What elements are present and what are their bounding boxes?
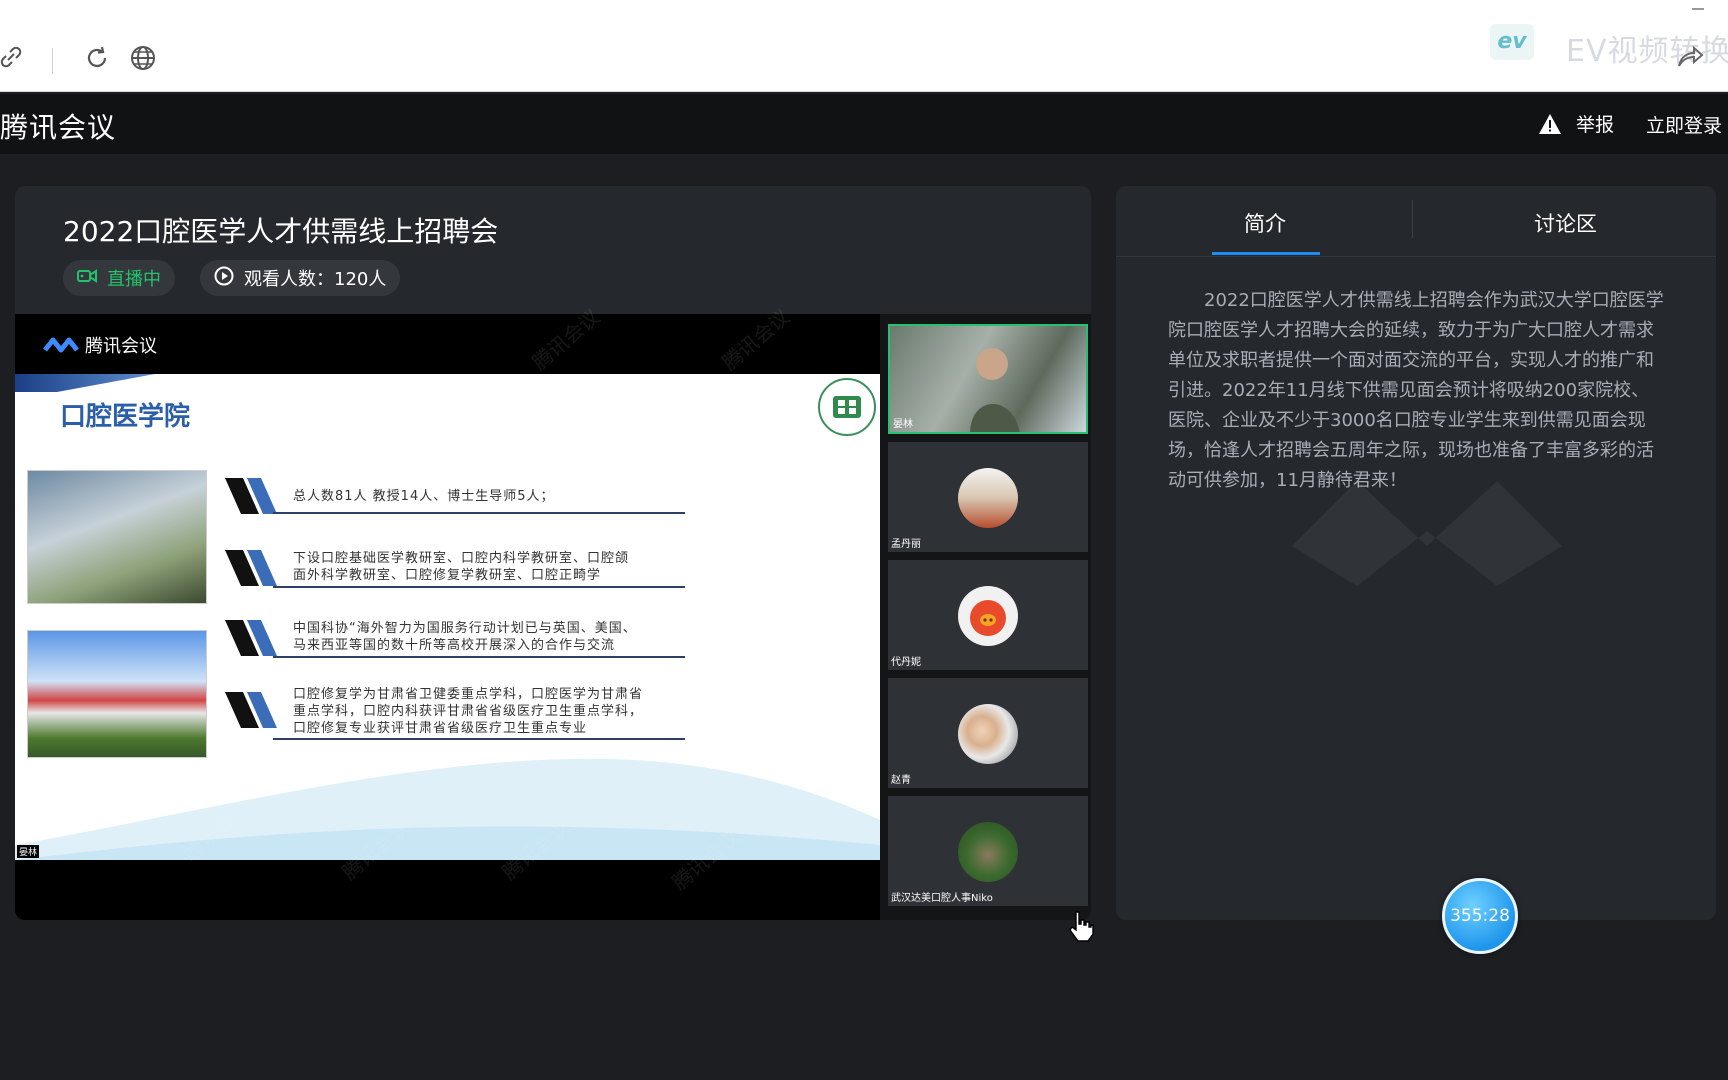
- participant-name: 晏林: [893, 419, 913, 430]
- pig-avatar-icon: [970, 600, 1006, 636]
- participant-name: 孟丹丽: [891, 539, 921, 550]
- speaker-video: [970, 348, 1020, 432]
- tab-bar-divider: [1116, 256, 1716, 257]
- link-icon[interactable]: [0, 44, 26, 74]
- tab-active-indicator: [1212, 252, 1320, 255]
- app-title: 腾讯会议: [0, 111, 117, 144]
- presentation-slide: 口腔医学院 总人数81人 教授14人、博士生导师5人； 下设口腔基础医学教研室、…: [15, 374, 880, 860]
- globe-icon[interactable]: [128, 44, 158, 74]
- bullet-marks-icon: [225, 478, 277, 514]
- tab-intro[interactable]: 简介: [1244, 208, 1286, 238]
- minimize-icon[interactable]: [1692, 8, 1704, 10]
- participant-tile[interactable]: 赵青: [888, 678, 1088, 788]
- slide-speaker-caption: 晏林: [17, 845, 40, 858]
- login-button[interactable]: 立即登录: [1646, 111, 1722, 138]
- bullet-text: 总人数81人 教授14人、博士生导师5人；: [293, 489, 555, 504]
- avatar: [958, 468, 1018, 528]
- bullet-marks-icon: [225, 550, 277, 586]
- participant-tile[interactable]: 孟丹丽: [888, 442, 1088, 552]
- bullet-underline: [273, 656, 685, 658]
- participant-name: 赵青: [891, 775, 911, 786]
- tab-discussion[interactable]: 讨论区: [1534, 208, 1597, 238]
- avatar: [958, 822, 1018, 882]
- live-label: 直播中: [107, 269, 161, 290]
- avatar: [958, 586, 1018, 646]
- slide-wave-decoration: [15, 758, 880, 860]
- browser-toolbar: ev EV视频转换: [0, 0, 1728, 92]
- bullet-underline: [273, 586, 685, 588]
- warning-icon: [1538, 113, 1562, 135]
- bullet-underline: [273, 512, 685, 514]
- intro-description: 2022口腔医学人才供需线上招聘会作为武汉大学口腔医学院口腔医学人才招聘大会的延…: [1168, 290, 1664, 491]
- live-badge: 直播中: [63, 260, 175, 296]
- bullet-text: 中国科协“海外智力为国服务行动计划已与英国、美国、 马来西亚等国的数十所等高校开…: [293, 621, 637, 653]
- school-seal-icon: [818, 378, 876, 436]
- slide-title: 口腔医学院: [60, 402, 191, 432]
- tencent-meeting-logo: 腾讯会议: [43, 332, 157, 358]
- slide-brand: 腾讯会议: [85, 336, 157, 357]
- building-photo: [27, 470, 207, 604]
- hand-cursor-icon: [1068, 910, 1094, 950]
- reload-icon[interactable]: [82, 44, 112, 74]
- slide-ribbon: [15, 374, 155, 392]
- viewers-badge: 观看人数：120人: [200, 260, 401, 296]
- toolbar-divider: [52, 48, 53, 74]
- slide-bottom-bar: [15, 860, 880, 920]
- bullet-text: 下设口腔基础医学教研室、口腔内科学教研室、口腔颌 面外科学教研室、口腔修复学教研…: [293, 551, 630, 583]
- participant-name: 武汉达美口腔人事Niko: [891, 893, 993, 904]
- participant-tile[interactable]: 代丹妮: [888, 560, 1088, 670]
- meeting-title: 2022口腔医学人才供需线上招聘会: [63, 215, 499, 248]
- ev-logo: ev: [1490, 24, 1534, 60]
- timer-badge[interactable]: 355:28: [1442, 878, 1518, 954]
- bullet-marks-icon: [225, 692, 277, 728]
- bullet-underline: [273, 738, 685, 740]
- app-header: 腾讯会议 举报 立即登录: [0, 94, 1728, 154]
- hospital-photo: [27, 630, 207, 758]
- report-label: 举报: [1576, 114, 1615, 136]
- participant-tile-active[interactable]: 晏林: [888, 324, 1088, 434]
- participant-name: 代丹妮: [891, 657, 921, 668]
- report-button[interactable]: 举报: [1538, 110, 1614, 137]
- video-camera-icon: [77, 268, 97, 289]
- slide-top-bar: 腾讯会议: [15, 314, 880, 374]
- info-panel: 简介 讨论区 2022口腔医学人才供需线上招聘会作为武汉大学口腔医学院口腔医学人…: [1116, 186, 1716, 920]
- viewers-label: 观看人数：120人: [244, 269, 387, 290]
- bullet-text: 口腔修复学为甘肃省卫健委重点学科，口腔医学为甘肃省 重点学科，口腔内科获评甘肃省…: [293, 687, 644, 736]
- video-player[interactable]: 腾讯会议 口腔医学院 总人数81人 教授14人、博士生导师5人； 下设口腔基础医…: [15, 305, 1091, 920]
- live-stream-panel: 2022口腔医学人才供需线上招聘会 直播中 观看人数：120人 腾讯会议 口腔医…: [15, 186, 1091, 920]
- participant-tile[interactable]: 武汉达美口腔人事Niko: [888, 796, 1088, 906]
- share-icon[interactable]: [1676, 44, 1704, 77]
- tab-divider: [1412, 200, 1413, 238]
- avatar: [958, 704, 1018, 764]
- play-circle-icon: [214, 266, 234, 291]
- bullet-marks-icon: [225, 620, 277, 656]
